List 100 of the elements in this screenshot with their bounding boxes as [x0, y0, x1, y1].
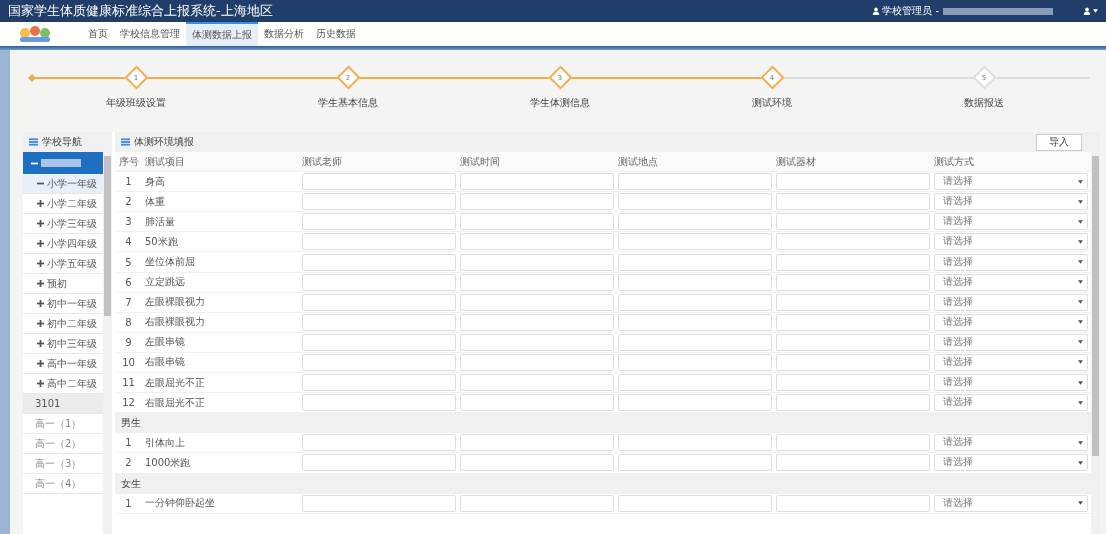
method-dropdown[interactable]: 请选择 [934, 434, 1088, 452]
location-field[interactable] [618, 213, 772, 231]
equipment-field[interactable] [776, 173, 930, 191]
nav-tab[interactable]: 学校信息管理 [114, 22, 186, 46]
method-dropdown[interactable]: 请选择 [934, 173, 1088, 191]
nav-tab[interactable]: 数据分析 [258, 22, 310, 46]
expand-icon [37, 340, 44, 347]
equipment-field[interactable] [776, 394, 930, 412]
time-field[interactable] [460, 434, 614, 452]
equipment-field[interactable] [776, 213, 930, 231]
time-field[interactable] [460, 233, 614, 251]
time-field[interactable] [460, 193, 614, 211]
teacher-field[interactable] [302, 273, 456, 291]
teacher-field[interactable] [302, 213, 456, 231]
equipment-field[interactable] [776, 494, 930, 512]
method-dropdown[interactable]: 请选择 [934, 454, 1088, 472]
method-dropdown[interactable]: 请选择 [934, 354, 1088, 371]
teacher-field[interactable] [302, 494, 456, 512]
teacher-field[interactable] [302, 313, 456, 331]
nav-tab[interactable]: 体测数据上报 [186, 22, 258, 46]
row-number: 3 [124, 216, 133, 228]
teacher-field[interactable] [302, 293, 456, 311]
teacher-field[interactable] [302, 394, 456, 412]
scrollbar[interactable] [1091, 152, 1100, 534]
time-field[interactable] [460, 293, 614, 311]
test-item: 肺活量 [144, 214, 176, 229]
user-menu[interactable]: 学校管理员 - [872, 4, 939, 18]
time-field[interactable] [460, 173, 614, 191]
location-field[interactable] [618, 394, 772, 412]
account-menu[interactable] [1083, 7, 1098, 15]
teacher-field[interactable] [302, 354, 456, 371]
method-dropdown[interactable]: 请选择 [934, 193, 1088, 211]
equipment-field[interactable] [776, 354, 930, 371]
method-dropdown[interactable]: 请选择 [934, 374, 1088, 392]
location-field[interactable] [618, 273, 772, 291]
test-item: 坐位体前屈 [144, 255, 196, 269]
equipment-field[interactable] [776, 233, 930, 251]
method-dropdown[interactable]: 请选择 [934, 253, 1088, 271]
test-item: 体重 [144, 194, 166, 209]
method-dropdown[interactable]: 请选择 [934, 213, 1088, 231]
import-button[interactable]: 导入 [1036, 133, 1082, 151]
method-dropdown[interactable]: 请选择 [934, 293, 1088, 311]
teacher-field[interactable] [302, 253, 456, 271]
column-header: 测试老师 [301, 154, 343, 169]
location-field[interactable] [618, 454, 772, 472]
location-field[interactable] [618, 233, 772, 251]
nav-tab[interactable]: 历史数据 [310, 22, 362, 46]
step-label: 学生基本信息 [318, 96, 378, 110]
equipment-field[interactable] [776, 273, 930, 291]
location-field[interactable] [618, 293, 772, 311]
equipment-field[interactable] [776, 253, 930, 271]
method-dropdown[interactable]: 请选择 [934, 313, 1088, 331]
school-item[interactable] [23, 152, 103, 174]
time-field[interactable] [460, 494, 614, 512]
row-number: 10 [121, 357, 136, 368]
equipment-field[interactable] [776, 374, 930, 392]
equipment-field[interactable] [776, 454, 930, 472]
teacher-field[interactable] [302, 333, 456, 351]
location-field[interactable] [618, 173, 772, 191]
expand-icon [37, 300, 44, 307]
nav-tab[interactable]: 首页 [82, 22, 114, 46]
equipment-field[interactable] [776, 434, 930, 452]
method-dropdown[interactable]: 请选择 [934, 233, 1088, 251]
expand-icon [37, 320, 44, 327]
teacher-field[interactable] [302, 233, 456, 251]
teacher-field[interactable] [302, 193, 456, 211]
location-field[interactable] [618, 354, 772, 371]
time-field[interactable] [460, 253, 614, 271]
time-field[interactable] [460, 354, 614, 371]
location-field[interactable] [618, 253, 772, 271]
equipment-field[interactable] [776, 193, 930, 211]
teacher-field[interactable] [302, 173, 456, 191]
teacher-field[interactable] [302, 434, 456, 452]
method-dropdown[interactable]: 请选择 [934, 494, 1088, 512]
time-field[interactable] [460, 374, 614, 392]
teacher-field[interactable] [302, 454, 456, 472]
equipment-field[interactable] [776, 333, 930, 351]
time-field[interactable] [460, 213, 614, 231]
method-dropdown[interactable]: 请选择 [934, 333, 1088, 351]
time-field[interactable] [460, 333, 614, 351]
teacher-field[interactable] [302, 374, 456, 392]
location-field[interactable] [618, 434, 772, 452]
equipment-field[interactable] [776, 293, 930, 311]
location-field[interactable] [618, 333, 772, 351]
location-field[interactable] [618, 374, 772, 392]
caret-icon [1078, 300, 1083, 305]
time-field[interactable] [460, 273, 614, 291]
location-field[interactable] [618, 313, 772, 331]
method-dropdown[interactable]: 请选择 [934, 394, 1088, 412]
time-field[interactable] [460, 313, 614, 331]
sidebar-item[interactable]: 3101 [23, 394, 103, 414]
equipment-field[interactable] [776, 313, 930, 331]
method-dropdown[interactable]: 请选择 [934, 273, 1088, 291]
time-field[interactable] [460, 394, 614, 412]
test-item: 左眼屈光不正 [144, 375, 206, 390]
location-field[interactable] [618, 193, 772, 211]
location-field[interactable] [618, 494, 772, 512]
time-field[interactable] [460, 454, 614, 472]
sidebar-item[interactable]: 小学一年级 [23, 174, 103, 194]
caret-icon [1078, 280, 1083, 285]
